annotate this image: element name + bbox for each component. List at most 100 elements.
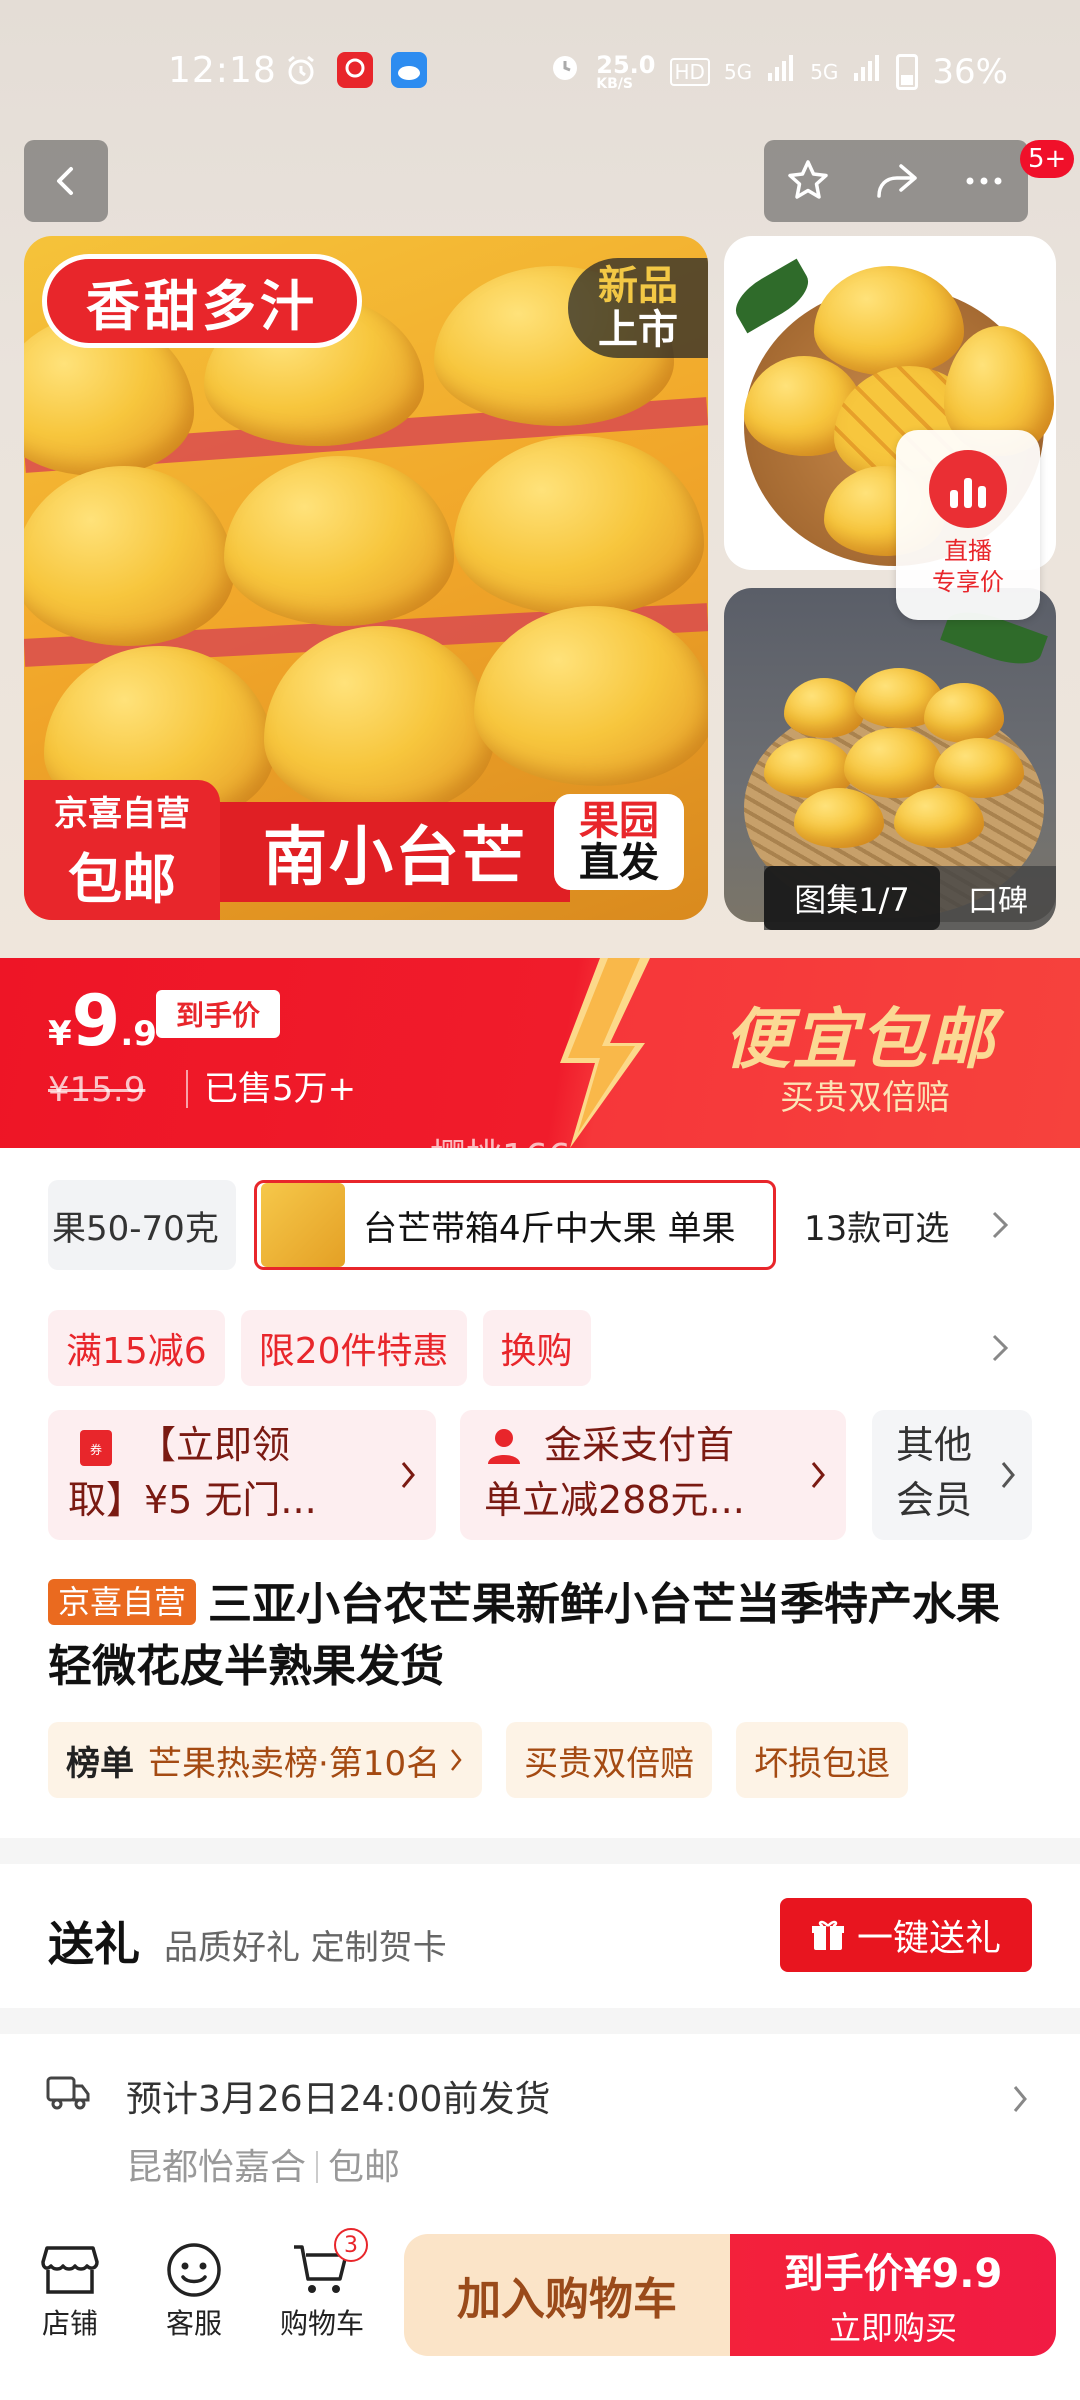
customer-service-button[interactable]: 客服 xyxy=(134,2238,254,2342)
ranking-text: 芒果热卖榜·第10名 xyxy=(148,1743,441,1784)
alarm-icon xyxy=(284,52,318,88)
shipping-eta: 预计3月26日24:00前发货 xyxy=(126,2079,551,2120)
favorite-button[interactable] xyxy=(764,157,852,205)
store-button[interactable]: 店铺 xyxy=(10,2238,130,2342)
chevron-right-icon xyxy=(401,1462,415,1488)
rank-tags: 榜单 芒果热卖榜·第10名 买贵双倍赔 坏损包退 xyxy=(48,1722,909,1798)
chevron-right-icon xyxy=(1001,1462,1015,1488)
album-tab[interactable]: 图集1/7 xyxy=(764,866,940,930)
buy-now-button[interactable]: 到手价¥9.9 立即购买 xyxy=(730,2234,1056,2356)
deal-card-coupon[interactable]: 券 【立即领 取】¥5 无门... xyxy=(48,1410,436,1540)
mango-image xyxy=(924,683,1004,743)
store-label: 店铺 xyxy=(41,2307,98,2340)
chevron-left-icon xyxy=(57,167,73,195)
live-stream-badge[interactable]: 直播 专享价 xyxy=(896,430,1040,620)
send-gift-button[interactable]: 一键送礼 xyxy=(780,1898,1032,1972)
product-banner-name: 南小台芒 xyxy=(220,802,570,902)
sold-count: 已售5万+ xyxy=(186,1070,356,1108)
star-icon xyxy=(788,160,828,199)
spec-option-selected[interactable]: 台芒带箱4斤中大果 单果 xyxy=(254,1180,776,1270)
tag-self-line2: 包邮 xyxy=(68,848,176,911)
chevron-right-icon xyxy=(451,1749,462,1771)
gift-icon xyxy=(811,1920,844,1950)
top-action-group xyxy=(764,140,1028,222)
cart-button[interactable]: 3 购物车 xyxy=(262,2228,382,2342)
app-notification-icon xyxy=(336,52,374,88)
guarantee-tag[interactable]: 买贵双倍赔 xyxy=(506,1722,713,1798)
live-label-line2: 专享价 xyxy=(932,568,1004,597)
buy-now-label: 立即购买 xyxy=(828,2309,957,2347)
chevron-right-icon xyxy=(811,1462,825,1488)
tag-orchard-line1: 果园 xyxy=(579,798,659,844)
price-label: 到手价 xyxy=(156,990,280,1038)
tag-orchard-line2: 直发 xyxy=(579,840,659,886)
service-label: 客服 xyxy=(165,2307,222,2340)
guarantee-tag[interactable]: 坏损包退 xyxy=(736,1722,909,1798)
store-icon xyxy=(38,2238,102,2302)
live-label-line1: 直播 xyxy=(944,537,992,565)
more-button[interactable] xyxy=(940,157,1028,205)
deal-2-line1: 金采支付首 xyxy=(544,1423,735,1467)
status-bar: 12:18 25.0 KB/S HD 5G 5G 36% xyxy=(0,40,1080,104)
shipping-section[interactable]: 预计3月26日24:00前发货 昆都怡嘉合 包邮 xyxy=(0,2034,1080,2234)
promo-title: 便宜包邮 xyxy=(724,1001,996,1078)
shipping-fee: 包邮 xyxy=(328,2147,401,2188)
spec-thumbnail xyxy=(261,1183,345,1267)
price-currency: ¥ xyxy=(48,1014,72,1054)
gift-title: 送礼 xyxy=(48,1917,140,1971)
coupon-tag[interactable]: 满15减6 xyxy=(48,1310,225,1386)
deal-card-member[interactable]: 其他 会员 xyxy=(872,1410,1032,1540)
deal-3-line2: 会员 xyxy=(896,1478,973,1523)
status-time: 12:18 xyxy=(168,50,277,91)
ranking-label: 榜单 xyxy=(66,1743,134,1784)
coupon-tag[interactable]: 换购 xyxy=(482,1310,591,1386)
mango-image xyxy=(784,678,864,738)
price-integer: 9 xyxy=(71,980,121,1062)
product-info-card: 果50-70克 台芒带箱4斤中大果 单果 13款可选 满15减6 限20件特惠 … xyxy=(0,1148,1080,1838)
tag-new-arrival: 新品 上市 xyxy=(568,258,708,358)
buy-price-label: 到手价¥9.9 xyxy=(783,2251,1003,2297)
product-title: 京喜自营 三亚小台农芒果新鲜小台芒当季特产水果 轻微花皮半熟果发货 xyxy=(48,1574,1038,1698)
network-type-1: 5G xyxy=(723,59,753,84)
shipping-from: 昆都怡嘉合 xyxy=(126,2147,307,2188)
deal-1-line1: 【立即领 xyxy=(138,1423,291,1467)
tag-self-operated: 京喜自营 包邮 xyxy=(24,780,220,920)
network-type-2: 5G xyxy=(810,59,839,84)
gift-subtitle: 品质好礼 定制贺卡 xyxy=(164,1928,447,1968)
spec-option-label: 台芒带箱4斤中大果 单果 xyxy=(363,1208,736,1249)
share-button[interactable] xyxy=(852,156,940,206)
notification-badge: 5+ xyxy=(1020,140,1075,178)
mango-image xyxy=(264,626,494,816)
price-band: ¥ 9 .9 到手价 ¥15.9 已售5万+ 便宜包邮 买贵双倍赔 xyxy=(0,958,1080,1148)
coupon-tag[interactable]: 限20件特惠 xyxy=(240,1310,467,1386)
ranking-tag[interactable]: 榜单 芒果热卖榜·第10名 xyxy=(48,1722,483,1798)
chevron-right-icon[interactable] xyxy=(980,1205,1020,1245)
reviews-tab[interactable]: 口碑 xyxy=(940,876,1056,920)
add-to-cart-button[interactable]: 加入购物车 xyxy=(404,2234,730,2356)
gift-section: 送礼 品质好礼 定制贺卡 一键送礼 xyxy=(0,1864,1080,2008)
status-right-group: 25.0 KB/S HD 5G 5G 36% xyxy=(548,50,1008,93)
final-price: ¥ 9 .9 xyxy=(48,980,157,1062)
network-speed: 25.0 KB/S xyxy=(596,53,655,91)
price-decimal: .9 xyxy=(120,1014,157,1054)
battery-level: 36% xyxy=(932,51,1008,92)
spec-count[interactable]: 13款可选 xyxy=(804,1180,949,1270)
original-price: ¥15.9 xyxy=(48,1070,146,1110)
chevron-right-icon[interactable] xyxy=(980,1328,1020,1368)
deal-card-payment[interactable]: 金采支付首 单立减288元... xyxy=(460,1410,846,1540)
back-button[interactable] xyxy=(24,140,108,222)
signal-icon-1 xyxy=(766,52,796,92)
cart-label: 购物车 xyxy=(279,2307,364,2340)
cart-icon: 3 xyxy=(290,2228,368,2302)
tag-new-line1: 新品 xyxy=(598,263,678,309)
gallery-control: 图集1/7 口碑 xyxy=(764,866,1056,930)
mango-image xyxy=(814,266,964,376)
deal-3-line1: 其他 xyxy=(896,1423,973,1467)
live-icon xyxy=(929,450,1007,528)
alarm-clock-icon xyxy=(548,50,582,93)
deal-1-line2: 取】¥5 无门... xyxy=(68,1478,317,1523)
shipping-origin: 昆都怡嘉合 包邮 xyxy=(126,2138,400,2190)
deal-2-line2: 单立减288元... xyxy=(484,1478,745,1523)
main-product-image[interactable]: 香甜多汁 新品 上市 南小台芒 京喜自营 包邮 果园 直发 xyxy=(24,236,708,920)
spec-option-prev[interactable]: 果50-70克 xyxy=(48,1180,236,1270)
